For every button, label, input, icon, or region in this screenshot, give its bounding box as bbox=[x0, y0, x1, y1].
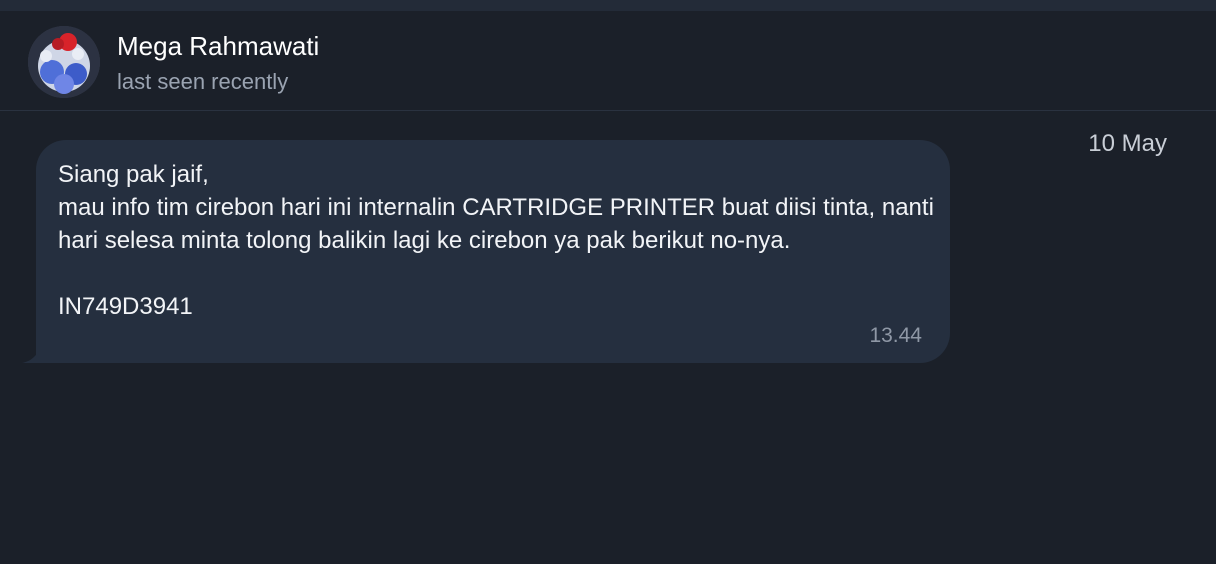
avatar-image bbox=[28, 26, 100, 98]
window-top-bar bbox=[0, 0, 1216, 11]
contact-name[interactable]: Mega Rahmawati bbox=[117, 31, 319, 62]
contact-avatar[interactable] bbox=[28, 26, 100, 98]
date-separator: 10 May bbox=[1088, 130, 1167, 157]
contact-status: last seen recently bbox=[117, 69, 289, 94]
message-time: 13.44 bbox=[869, 324, 922, 347]
chat-header[interactable]: Mega Rahmawati last seen recently bbox=[0, 11, 1216, 111]
message-bubble[interactable]: Siang pak jaif, mau info tim cirebon har… bbox=[36, 140, 950, 363]
message-text: Siang pak jaif, mau info tim cirebon har… bbox=[58, 161, 934, 320]
message-container: Siang pak jaif, mau info tim cirebon har… bbox=[22, 140, 950, 363]
